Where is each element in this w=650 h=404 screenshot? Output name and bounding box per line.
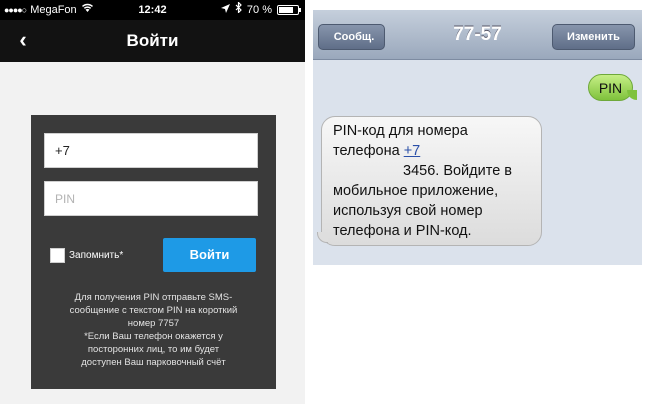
battery-percent: 70 % <box>246 4 272 16</box>
pin-input[interactable]: PIN <box>44 181 258 216</box>
sms-instructions: Для получения PIN отправьте SMS- сообщен… <box>39 291 268 369</box>
nav-bar: ‹ Войти <box>0 20 305 62</box>
message-line: PIN-код для номера <box>333 123 468 139</box>
location-icon <box>220 0 230 20</box>
sms-nav-bar: Сообщ. 77-57 Изменить <box>313 10 642 60</box>
outgoing-message-bubble[interactable]: PIN <box>588 74 637 101</box>
bluetooth-icon <box>235 0 242 20</box>
phone-input[interactable]: +7 <box>44 133 258 168</box>
checkbox-icon[interactable] <box>50 248 65 263</box>
status-bar: ●●●●○ MegaFon 12:42 70 % <box>0 0 305 20</box>
sms-screen: Сообщ. 77-57 Изменить PIN PIN-код для но… <box>313 10 642 265</box>
info-line: Для получения PIN отправьте SMS- <box>74 292 233 303</box>
info-line: посторонних лиц, то им будет <box>87 344 220 355</box>
info-line: *Если Ваш телефон окажется у <box>84 331 223 342</box>
message-line-text: телефона <box>333 143 404 159</box>
remember-checkbox[interactable]: Запомнить* <box>50 248 123 263</box>
message-line: мобильное приложение, <box>333 183 499 199</box>
incoming-message-text: PIN-код для номера телефона +7 3456. Вой… <box>333 121 512 241</box>
pin-input-placeholder: PIN <box>55 192 76 206</box>
message-line-text: 3456. Войдите в <box>403 163 512 179</box>
message-line: телефона +7 <box>333 141 512 161</box>
status-bar-right: 70 % <box>220 0 301 20</box>
login-screen: ●●●●○ MegaFon 12:42 70 % ‹ Войти +7 PIN <box>0 0 305 404</box>
info-line: сообщение с текстом PIN на короткий <box>69 305 238 316</box>
edit-button[interactable]: Изменить <box>552 24 635 50</box>
phone-input-value: +7 <box>55 143 70 158</box>
info-line: доступен Ваш парковочный счёт <box>81 357 226 368</box>
message-line: телефона и PIN-код. <box>333 223 472 239</box>
page-title: Войти <box>126 31 179 50</box>
remember-label: Запомнить* <box>69 250 124 261</box>
incoming-message-bubble[interactable]: PIN-код для номера телефона +7 3456. Вой… <box>317 116 542 246</box>
login-panel: +7 PIN Запомнить* Войти Для получения PI… <box>31 115 276 389</box>
login-button[interactable]: Войти <box>163 238 256 272</box>
info-line: номер 7757 <box>127 318 180 329</box>
battery-icon <box>277 5 301 15</box>
message-line: 3456. Войдите в <box>333 161 512 181</box>
message-line: используя свой номер <box>333 203 483 219</box>
phone-number-link[interactable]: +7 <box>404 143 421 159</box>
